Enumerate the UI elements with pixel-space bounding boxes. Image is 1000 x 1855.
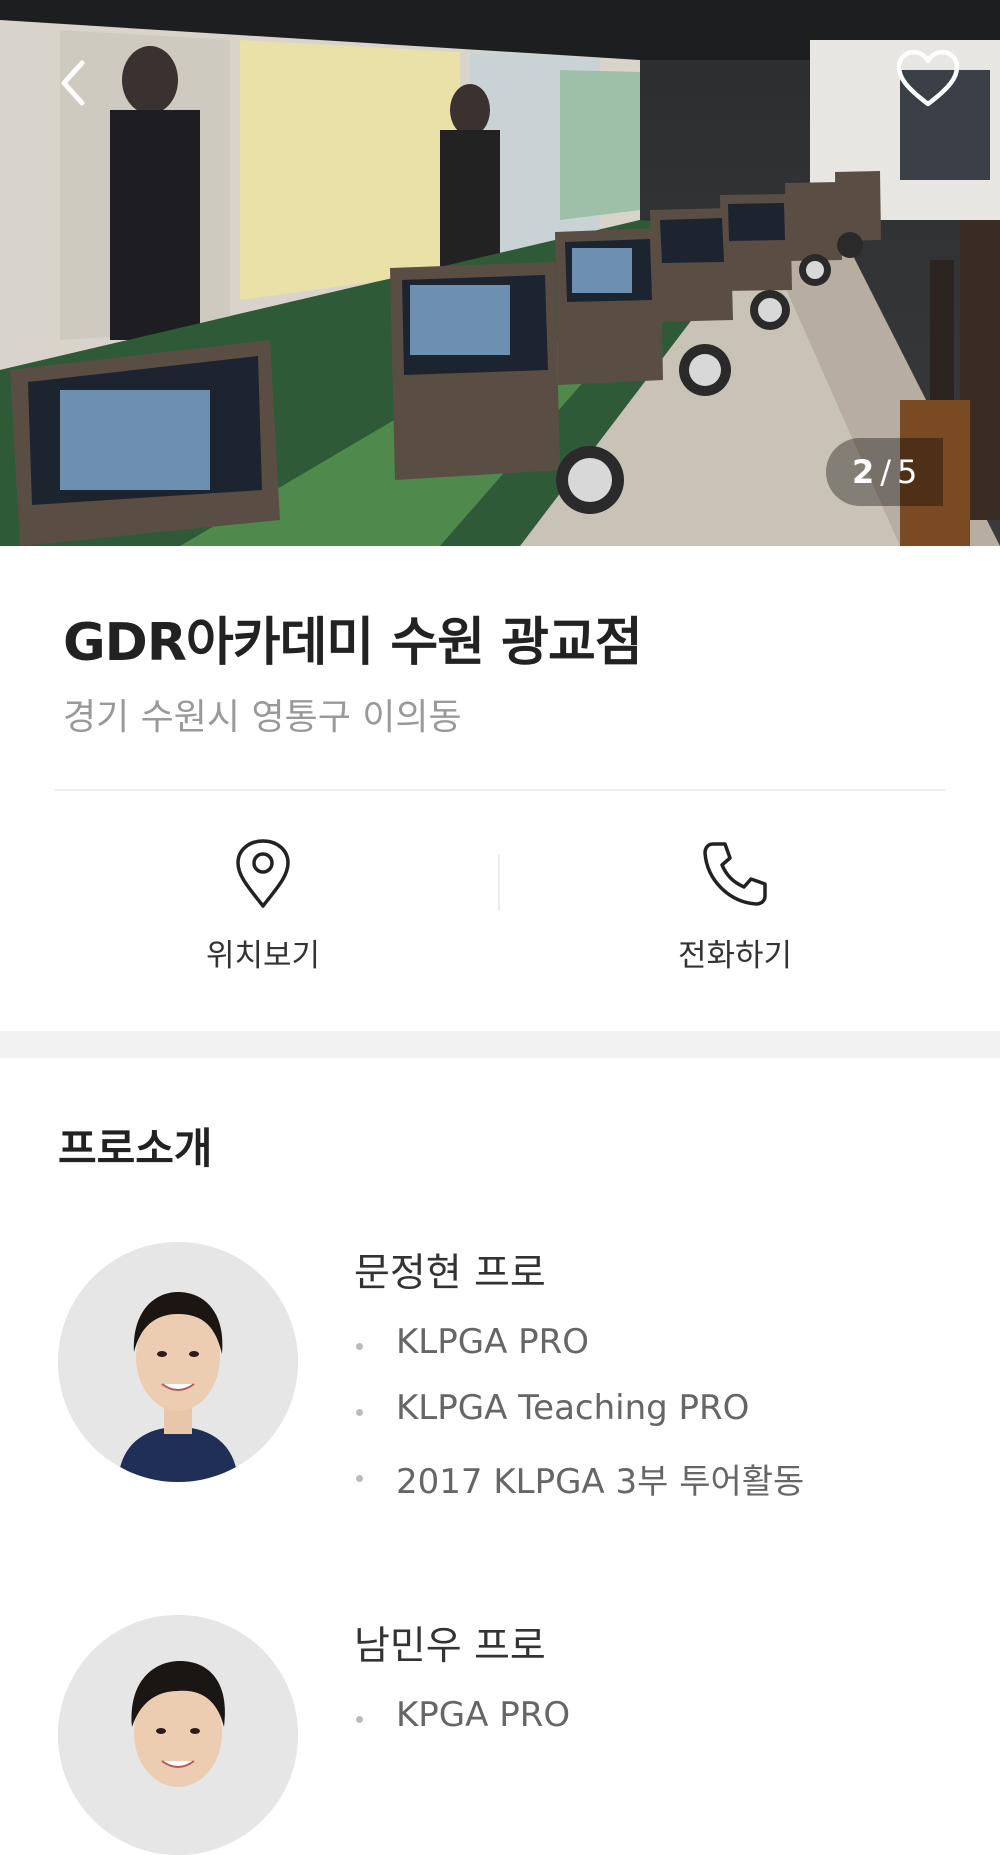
academy-name: GDR아카데미 수원 광교점 <box>63 613 643 673</box>
pros-section-title: 프로소개 <box>58 1124 213 1173</box>
call-button[interactable]: 전화하기 <box>585 838 885 975</box>
pro-photo <box>58 1242 298 1482</box>
section-separator <box>0 1031 1000 1058</box>
credential-item: 2017 KLPGA 3부 투어활동 <box>354 1454 804 1520</box>
heart-outline-icon <box>896 49 960 107</box>
credential-item: KLPGA PRO <box>354 1322 804 1388</box>
divider <box>55 789 945 791</box>
map-pin-icon <box>236 839 290 908</box>
pro-credentials: KLPGA PRO KLPGA Teaching PRO 2017 KLPGA … <box>354 1322 804 1520</box>
pro-photo <box>58 1615 298 1855</box>
pro-credentials: KPGA PRO <box>354 1695 570 1761</box>
call-label: 전화하기 <box>677 938 793 974</box>
view-location-button[interactable]: 위치보기 <box>113 838 413 975</box>
image-counter: 2 / 5 <box>826 438 944 506</box>
hero-image-carousel[interactable]: 2 / 5 <box>0 0 1000 546</box>
pro-name: 문정현 프로 <box>354 1251 546 1296</box>
image-counter-separator: / <box>880 453 892 491</box>
back-button[interactable] <box>52 55 96 111</box>
credential-item: KPGA PRO <box>354 1695 570 1761</box>
pro-name: 남민우 프로 <box>354 1624 546 1669</box>
action-divider <box>498 855 500 911</box>
view-location-label: 위치보기 <box>205 938 321 974</box>
image-counter-current: 2 <box>852 453 875 491</box>
phone-icon <box>703 842 767 906</box>
chevron-left-icon <box>61 60 85 106</box>
academy-address: 경기 수원시 영통구 이의동 <box>63 697 462 738</box>
avatar <box>58 1242 298 1482</box>
favorite-button[interactable] <box>895 48 961 110</box>
image-counter-total: 5 <box>897 453 918 491</box>
avatar <box>58 1615 298 1855</box>
credential-item: KLPGA Teaching PRO <box>354 1388 804 1454</box>
